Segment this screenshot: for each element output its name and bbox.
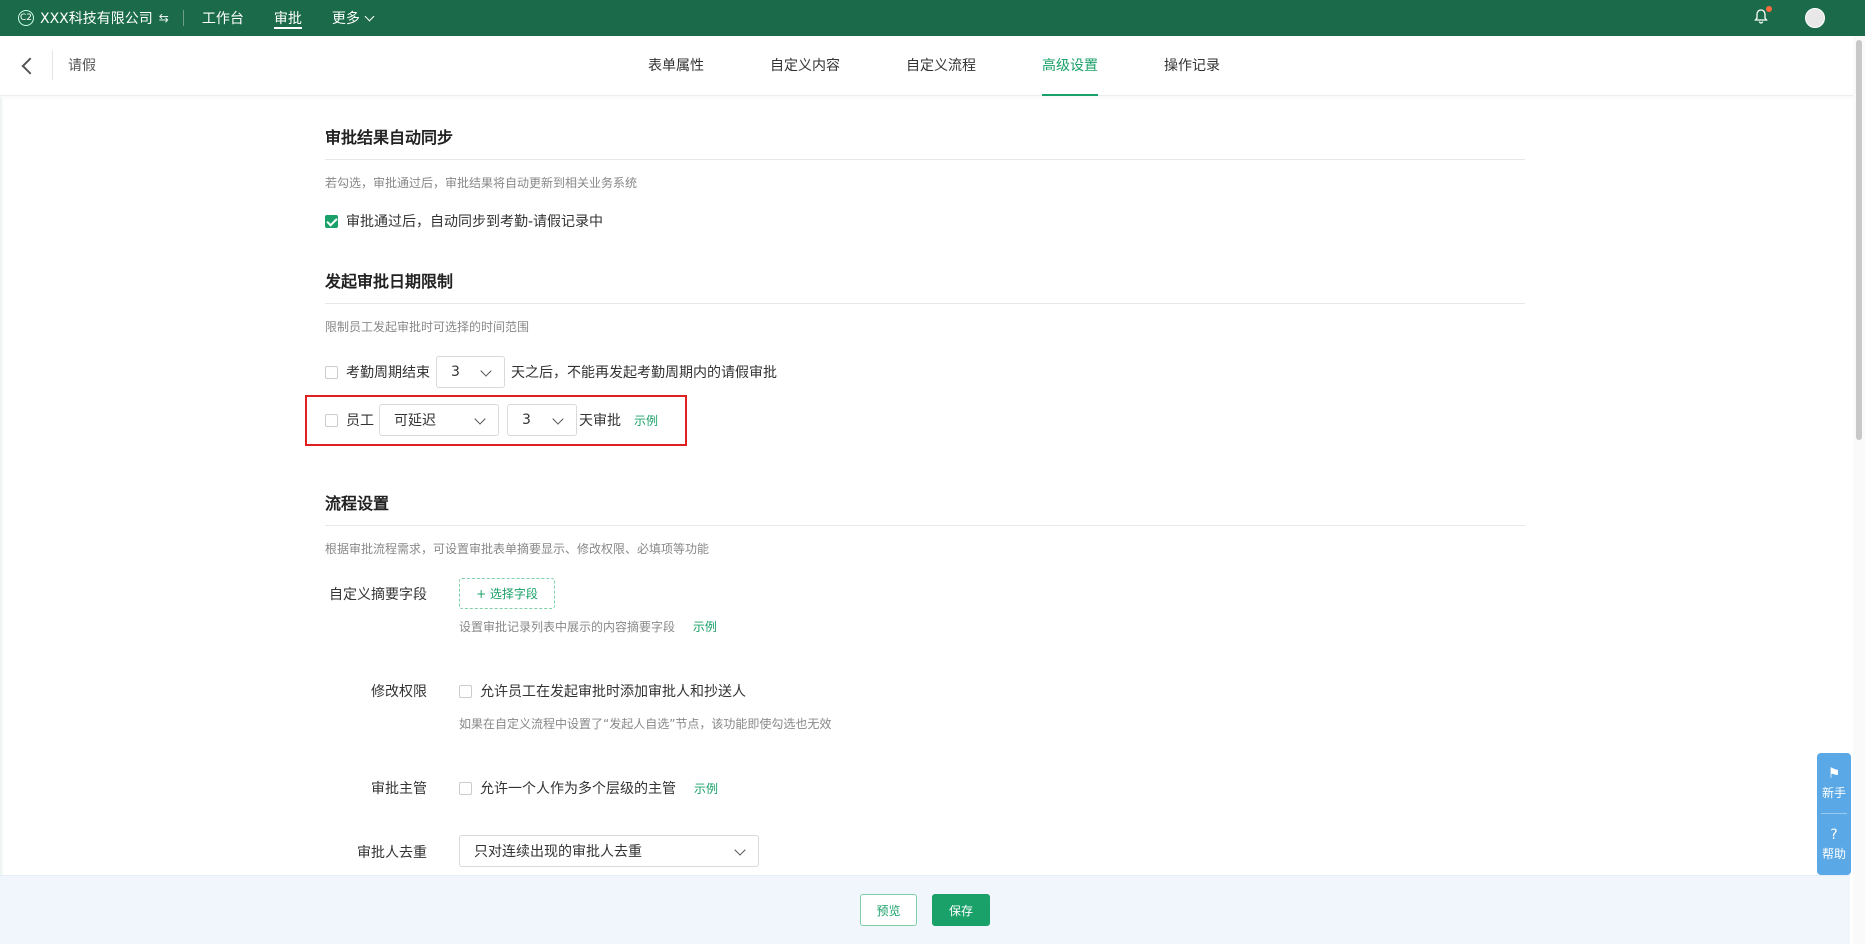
delay-example-link[interactable]: 示例	[634, 412, 658, 429]
tab-advanced-settings[interactable]: 高级设置	[1042, 36, 1098, 96]
summary-hint-text: 设置审批记录列表中展示的内容摘要字段	[459, 620, 676, 634]
nav-approval-label: 审批	[273, 11, 302, 27]
nav-approval[interactable]: 审批	[273, 0, 302, 36]
nav-more-label: 更多	[331, 11, 360, 27]
user-avatar[interactable]	[1805, 8, 1825, 28]
manager-example-link[interactable]: 示例	[694, 780, 718, 797]
select-field-button[interactable]: + 选择字段	[459, 578, 555, 609]
switch-company-icon[interactable]: ⇆	[159, 11, 169, 25]
page-title: 请假	[68, 58, 96, 74]
manager-checkbox-label: 允许一个人作为多个层级的主管	[480, 781, 676, 797]
attendance-limit-suffix: 天之后，不能再发起考勤周期内的请假审批	[511, 365, 777, 381]
notification-dot	[1766, 6, 1772, 12]
dedup-value: 只对连续出现的审批人去重	[474, 844, 642, 860]
employee-delay-suffix: 天审批	[579, 413, 621, 429]
chevron-down-icon	[480, 365, 492, 377]
company-name[interactable]: XXX科技有限公司	[40, 8, 153, 28]
tab-operation-log[interactable]: 操作记录	[1164, 36, 1220, 96]
save-button[interactable]: 保存	[932, 894, 990, 926]
sync-checkbox-label: 审批通过后，自动同步到考勤-请假记录中	[346, 214, 604, 230]
permission-label: 修改权限	[371, 684, 427, 700]
tab-form-properties[interactable]: 表单属性	[648, 36, 704, 96]
attendance-limit-checkbox[interactable]	[325, 365, 338, 379]
date-limit-section-divider	[325, 303, 1525, 304]
sync-section-divider	[325, 159, 1525, 160]
permission-checkbox[interactable]	[459, 684, 472, 698]
nav-more[interactable]: 更多	[331, 0, 375, 36]
nav-workbench-label: 工作台	[201, 11, 244, 27]
sync-section-desc: 若勾选，审批通过后，审批结果将自动更新到相关业务系统	[325, 176, 638, 190]
notification-bell-icon[interactable]	[1753, 6, 1772, 28]
date-limit-section-title: 发起审批日期限制	[325, 272, 454, 291]
employee-delay-prefix: 员工	[346, 413, 374, 429]
sync-section-title: 审批结果自动同步	[325, 128, 454, 147]
tab-custom-flow[interactable]: 自定义流程	[906, 36, 976, 96]
help-label: 帮助	[1821, 846, 1846, 861]
beginner-guide-button[interactable]: ⚑ 新手	[1817, 753, 1851, 813]
chevron-down-icon	[474, 413, 486, 425]
delay-days-select[interactable]: 3	[507, 404, 577, 436]
back-arrow-icon[interactable]	[20, 56, 34, 76]
scrollbar-thumb[interactable]	[1856, 40, 1862, 440]
header-divider	[52, 50, 53, 80]
attendance-days-value: 3	[451, 364, 460, 380]
preview-button[interactable]: 预览	[860, 894, 917, 926]
flow-section-divider	[325, 525, 1525, 526]
chevron-down-icon	[734, 844, 746, 856]
floating-help-panel: ⚑ 新手 ? 帮助	[1817, 753, 1851, 875]
summary-example-link[interactable]: 示例	[693, 620, 717, 634]
delay-days-value: 3	[522, 412, 531, 428]
signpost-icon: ⚑	[1827, 765, 1841, 782]
sync-option-row: 审批通过后，自动同步到考勤-请假记录中	[325, 211, 603, 231]
manager-label: 审批主管	[371, 781, 427, 797]
permission-option-row: 允许员工在发起审批时添加审批人和抄送人	[459, 681, 746, 701]
flow-section-desc: 根据审批流程需求，可设置审批表单摘要显示、修改权限、必填项等功能	[325, 542, 710, 556]
summary-field-label: 自定义摘要字段	[329, 587, 427, 603]
tab-custom-content[interactable]: 自定义内容	[770, 36, 840, 96]
page-header: 请假 表单属性 自定义内容 自定义流程 高级设置 操作记录	[0, 36, 1865, 96]
attendance-limit-row: 考勤周期结束 3 天之后，不能再发起考勤周期内的请假审批	[325, 356, 777, 388]
attendance-limit-prefix: 考勤周期结束	[346, 365, 430, 381]
chevron-down-icon	[364, 11, 375, 21]
delay-mode-select[interactable]: 可延迟	[379, 404, 499, 436]
date-limit-section-desc: 限制员工发起审批时可选择的时间范围	[325, 320, 530, 334]
nav-workbench[interactable]: 工作台	[202, 0, 244, 36]
attendance-days-select[interactable]: 3	[436, 356, 505, 388]
top-navigation-bar: C2 XXX科技有限公司 ⇆ 工作台 审批 更多	[0, 0, 1865, 36]
settings-tabs: 表单属性 自定义内容 自定义流程 高级设置 操作记录	[648, 36, 1286, 96]
footer-action-bar: 预览 保存	[0, 875, 1850, 944]
employee-delay-checkbox[interactable]	[325, 413, 338, 427]
flow-section-title: 流程设置	[325, 494, 390, 513]
sync-checkbox[interactable]	[325, 214, 338, 228]
manager-option-row: 允许一个人作为多个层级的主管 示例	[459, 778, 718, 798]
beginner-guide-label: 新手	[1821, 785, 1846, 800]
nav-divider	[182, 10, 184, 26]
delay-mode-value: 可延迟	[394, 413, 436, 429]
dedup-select[interactable]: 只对连续出现的审批人去重	[459, 835, 759, 867]
chevron-down-icon	[552, 413, 564, 425]
page-scrollbar[interactable]	[1853, 36, 1865, 944]
settings-content: 审批结果自动同步 若勾选，审批通过后，审批结果将自动更新到相关业务系统 审批通过…	[0, 97, 1850, 875]
employee-delay-row: 员工 可延迟 3 天审批 示例	[325, 404, 658, 436]
help-button[interactable]: ? 帮助	[1817, 814, 1851, 874]
question-circle-icon: ?	[1830, 826, 1838, 843]
permission-checkbox-label: 允许员工在发起审批时添加审批人和抄送人	[480, 684, 746, 700]
dedup-label: 审批人去重	[357, 845, 427, 861]
manager-checkbox[interactable]	[459, 781, 472, 795]
company-logo-icon: C2	[18, 10, 34, 26]
permission-hint: 如果在自定义流程中设置了“发起人自选”节点，该功能即使勾选也无效	[459, 717, 832, 731]
summary-field-hint: 设置审批记录列表中展示的内容摘要字段 示例	[459, 618, 717, 635]
